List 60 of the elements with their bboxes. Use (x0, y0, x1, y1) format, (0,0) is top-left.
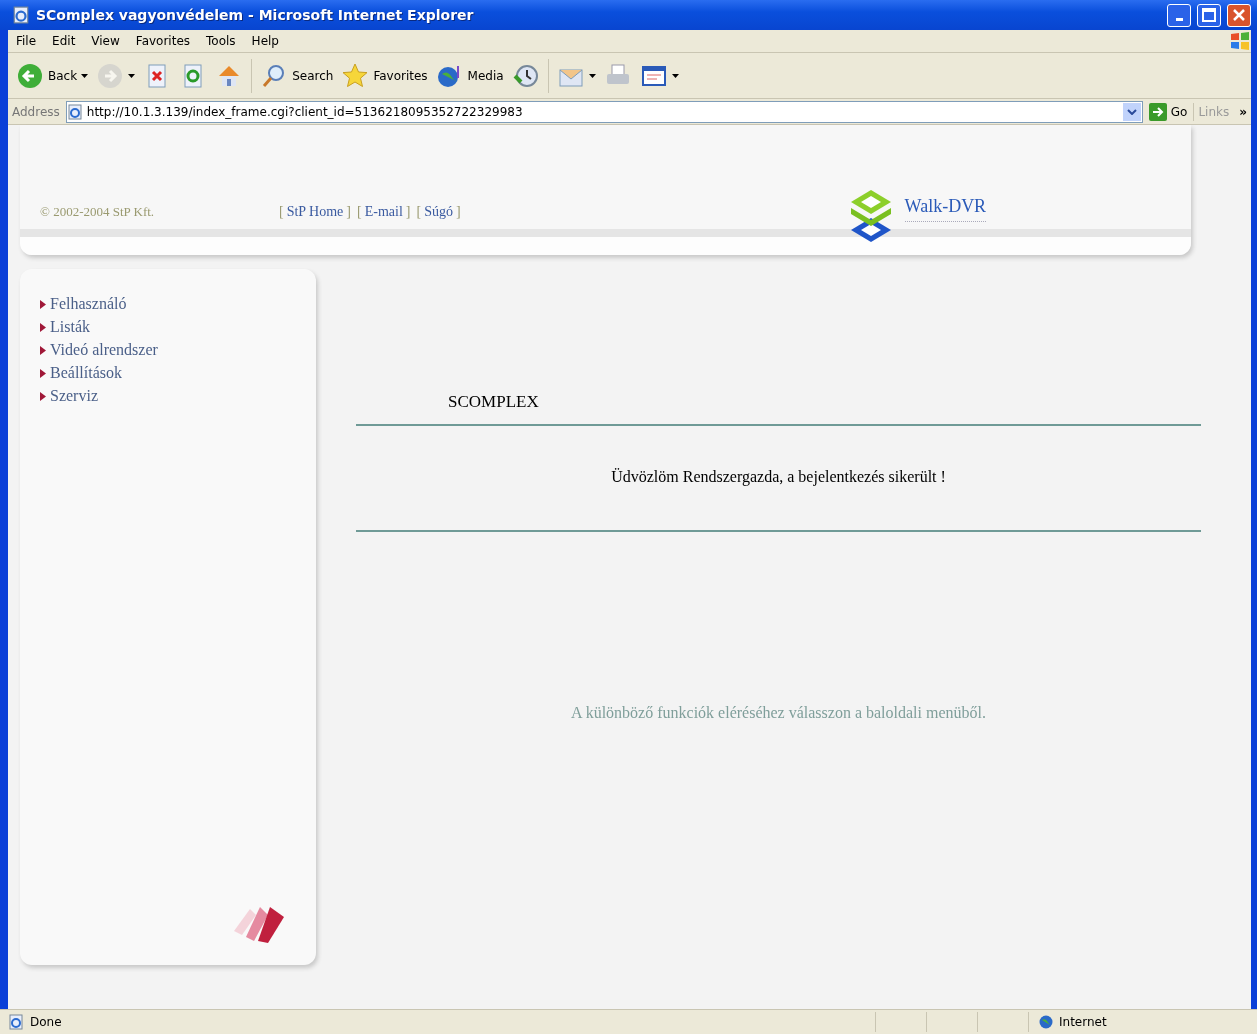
page-icon (12, 6, 30, 24)
zone-text: Internet (1059, 1015, 1107, 1029)
caret-icon (588, 73, 596, 78)
media-button[interactable]: Media (431, 59, 508, 92)
address-label: Address (11, 104, 61, 119)
maximize-button[interactable] (1197, 3, 1221, 27)
page-icon (66, 103, 83, 120)
sidebar-item[interactable]: Szerviz (40, 387, 316, 405)
menu-item[interactable]: File (8, 34, 45, 48)
triangle-icon (40, 391, 46, 401)
dropdown-button[interactable] (1122, 102, 1141, 121)
menu-item[interactable]: Favorites (127, 34, 199, 48)
welcome-message: Üdvözlöm Rendszergazda, a bejelentkezés sikerült ! (611, 468, 946, 486)
address-field[interactable]: http://10.1.3.139/index_frame.cgi?client_id=5136218095352722329983 (65, 100, 1143, 123)
close-button[interactable] (1227, 3, 1251, 27)
hint-text: A különböző funkciók eléréséhez válasszon a baloldali menüből. (571, 704, 986, 722)
copyright-text: © 2002-2004 StP Kft. (40, 204, 156, 220)
page-icon (8, 1014, 24, 1030)
bracket: [ (416, 204, 422, 220)
back-button[interactable]: Back (12, 59, 93, 92)
brand-name: Walk-DVR (904, 196, 987, 222)
triangle-icon (40, 368, 46, 378)
triangle-icon (40, 322, 46, 332)
sidebar-item[interactable]: Listák (40, 318, 316, 336)
triangle-icon (40, 345, 46, 355)
menu-item[interactable]: View (83, 34, 128, 48)
menu-item[interactable]: Help (243, 34, 287, 48)
favorites-button[interactable]: Favorites (337, 59, 432, 92)
bracket: [ (357, 204, 362, 220)
sidebar-item[interactable]: Beállítások (40, 364, 316, 382)
header-link[interactable]: Súgó (424, 204, 453, 220)
search-button[interactable]: Search (256, 59, 338, 92)
triangle-icon (40, 299, 46, 309)
window-title: SComplex vagyonvédelem - Microsoft Internet Explorer (36, 7, 475, 23)
menu-item[interactable]: Tools (198, 34, 244, 48)
minimize-icon (1175, 17, 1183, 21)
maximize-icon (1202, 8, 1216, 22)
sidebar-item[interactable]: Felhasználó (40, 295, 316, 313)
header-link[interactable]: E-mail (364, 204, 403, 220)
bracket: ] (455, 204, 461, 220)
caret-icon (81, 73, 89, 78)
caret-icon (671, 73, 679, 78)
sidebar-item[interactable]: Videó alrendszer (40, 341, 316, 359)
star-icon (341, 61, 370, 90)
bracket: ] (346, 204, 351, 220)
status-text: Done (30, 1015, 63, 1029)
page-heading: SCOMPLEX (448, 392, 540, 412)
menu-item[interactable]: Edit (44, 34, 84, 48)
globe-icon (1039, 1015, 1053, 1029)
bracket: [ (279, 204, 284, 220)
more-button[interactable]: » (1235, 102, 1251, 121)
go-button[interactable]: Go (1144, 100, 1192, 123)
chevron-down-icon (1126, 108, 1137, 115)
arrow-right-icon (1148, 102, 1167, 121)
windows-logo-icon (1229, 31, 1251, 51)
minimize-button[interactable] (1167, 3, 1191, 27)
header-link[interactable]: StP Home (286, 204, 344, 220)
caret-icon (128, 73, 136, 78)
close-icon (1233, 9, 1245, 21)
bracket: ] (405, 204, 411, 220)
